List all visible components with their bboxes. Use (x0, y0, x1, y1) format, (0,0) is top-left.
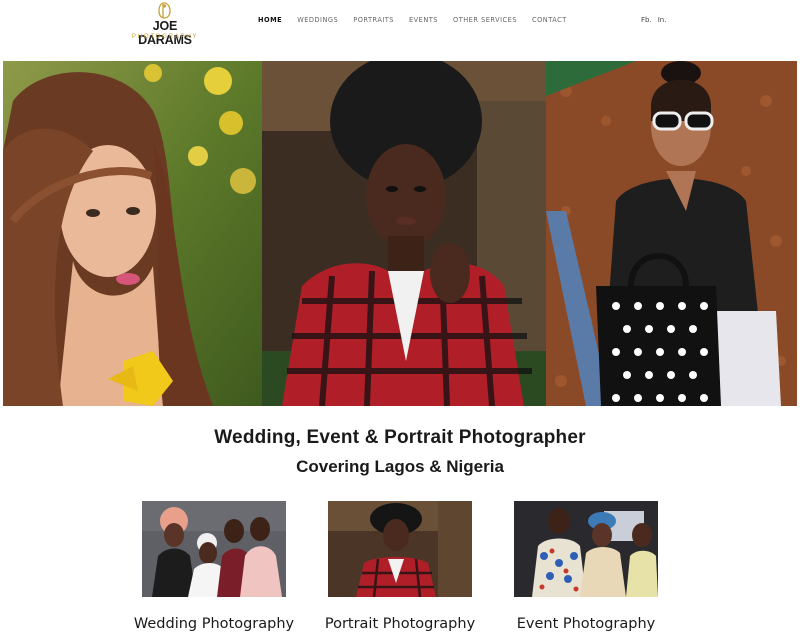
portrait-woman-hat-plaid-photo (262, 61, 546, 406)
page-headline: Wedding, Event & Portrait Photographer (214, 427, 586, 448)
nav-home[interactable]: HOME (258, 15, 282, 25)
hero-photo-3 (546, 61, 797, 406)
service-title-event[interactable]: Event Photography (502, 616, 670, 632)
page-subheadline: Covering Lagos & Nigeria (296, 457, 504, 476)
service-card-wedding[interactable] (142, 501, 286, 597)
nav-portraits[interactable]: PORTRAITS (353, 15, 394, 25)
hero-photo-1 (3, 61, 262, 406)
main-nav: HOME WEDDINGS PORTRAITS EVENTS OTHER SER… (258, 15, 582, 25)
site-header: JOE DARAMS PHOTOGRAPHY HOME WEDDINGS POR… (0, 0, 800, 60)
brand-tagline: PHOTOGRAPHY (131, 33, 199, 40)
camera-logo-icon (158, 2, 171, 19)
service-card-portrait[interactable] (328, 501, 472, 597)
nav-events[interactable]: EVENTS (409, 15, 438, 25)
hero-photo-2 (262, 61, 546, 406)
nav-weddings[interactable]: WEDDINGS (297, 15, 338, 25)
nav-contact[interactable]: CONTACT (532, 15, 567, 25)
logo[interactable]: JOE DARAMS PHOTOGRAPHY (126, 2, 204, 47)
linkedin-link[interactable]: In. (658, 15, 667, 25)
event-couple-photo (514, 501, 658, 597)
service-title-wedding[interactable]: Wedding Photography (130, 616, 298, 632)
service-title-portrait[interactable]: Portrait Photography (316, 616, 484, 632)
portrait-photo (328, 501, 472, 597)
social-links: Fb. In. (641, 15, 666, 25)
wedding-group-photo (142, 501, 286, 597)
hero-banner (3, 61, 797, 406)
portrait-woman-headband-photo (3, 61, 262, 406)
portrait-woman-sunglasses-photo (546, 61, 797, 406)
nav-other-services[interactable]: OTHER SERVICES (453, 15, 517, 25)
service-card-event[interactable] (514, 501, 658, 597)
facebook-link[interactable]: Fb. (641, 15, 652, 25)
